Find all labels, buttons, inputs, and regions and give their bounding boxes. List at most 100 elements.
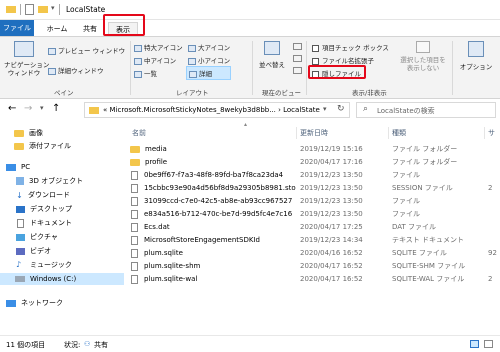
address-path[interactable]: « Microsoft.MicrosoftStickyNotes_8wekyb3… (103, 106, 320, 114)
l-icons-option[interactable]: 大アイコン (188, 42, 230, 52)
properties-icon[interactable] (25, 4, 34, 15)
xl-icons-option[interactable]: 特大アイコン (134, 42, 183, 52)
l-icons-label: 大アイコン (198, 44, 231, 52)
details-view-icon[interactable] (470, 340, 479, 348)
file-date: 2020/04/17 17:25 (300, 223, 363, 231)
search-box[interactable]: ⌕ LocalStateの検索 (356, 102, 496, 118)
hide-selected-button[interactable]: 選択した項目を 表示しない (395, 41, 451, 81)
add-column-icon[interactable] (293, 55, 302, 62)
new-folder-icon[interactable] (38, 6, 48, 13)
nav-item-downloads[interactable]: ↓ ダウンロード (0, 189, 124, 201)
file-type: DAT ファイル (392, 223, 437, 231)
file-row[interactable]: e834a516-b712-470c-be7d-99d5fc4e7c16 2019… (124, 208, 500, 220)
options-label: オプション (459, 63, 493, 71)
hide-selected-label: 選択した項目を 表示しない (400, 56, 446, 72)
navigation-pane-button[interactable]: ナビゲーション ウィンドウ (4, 41, 49, 85)
nav-item-label: ネットワーク (21, 299, 63, 307)
column-divider (388, 127, 389, 139)
tab-file[interactable]: ファイル (0, 20, 34, 36)
large-icons-view-icon[interactable] (484, 340, 493, 348)
file-row[interactable]: media 2019/12/19 15:16 ファイル フォルダー (124, 143, 500, 155)
details-pane-button[interactable]: 詳細ウィンドウ (48, 65, 104, 75)
xl-icons-icon (134, 44, 142, 52)
checkbox[interactable] (312, 44, 319, 52)
checkbox[interactable] (312, 57, 319, 65)
file-type: ファイル (392, 171, 420, 179)
sort-button[interactable]: 並べ替え (256, 41, 288, 85)
chevron-down-icon[interactable]: ▾ (51, 4, 55, 12)
quick-access-divider (59, 4, 60, 15)
file-ext-toggle[interactable]: ファイル名拡張子 (312, 55, 374, 65)
file-row[interactable]: 0be9ff67-f7a3-48f8-89fd-ba7f8ca23da4 2019… (124, 169, 500, 181)
tab-share[interactable]: 共有 (78, 22, 102, 36)
up-arrow-icon[interactable]: ↑ (52, 103, 60, 114)
nav-item-images[interactable]: 画像 (0, 127, 124, 139)
forward-arrow-icon[interactable]: → (24, 103, 32, 114)
status-bar: 11 個の項目 状況: ⚇ 共有 (0, 335, 500, 352)
file-type: ファイル (392, 197, 420, 205)
preview-pane-label: プレビュー ウィンドウ (58, 47, 126, 55)
group-by-icon[interactable] (293, 43, 302, 50)
column-divider (484, 127, 485, 139)
nav-item-desktop[interactable]: デスクトップ (0, 203, 124, 215)
file-row[interactable]: plum.sqlite-wal 2020/04/17 16:52 SQLITE-WA… (124, 273, 500, 285)
nav-item-windows-c[interactable]: Windows (C:) (0, 273, 124, 285)
m-icons-option[interactable]: 中アイコン (134, 55, 176, 65)
file-row[interactable]: plum.sqlite 2020/04/16 16:52 SQLITE ファイル 92 (124, 247, 500, 259)
nav-item-pictures[interactable]: ピクチャ (0, 231, 124, 243)
preview-pane-button[interactable]: プレビュー ウィンドウ (48, 45, 125, 55)
address-dropdown-icon[interactable]: ▾ (323, 105, 327, 113)
file-row[interactable]: Ecs.dat 2020/04/17 17:25 DAT ファイル (124, 221, 500, 233)
s-icons-option[interactable]: 小アイコン (188, 55, 230, 65)
file-row[interactable]: 31099ccd-c7e0-42c5-ab8e-ab93cc967527 2019… (124, 195, 500, 207)
file-date: 2019/12/23 13:50 (300, 210, 363, 218)
refresh-icon[interactable]: ↻ (337, 104, 345, 114)
list-option[interactable]: 一覧 (134, 68, 157, 78)
file-row[interactable]: MicrosoftStoreEngagementSDKId 2019/12/23 … (124, 234, 500, 246)
ribbon-tabs: ファイル ホーム 共有 表示 (0, 20, 500, 36)
m-icons-label: 中アイコン (144, 57, 177, 65)
document-icon (17, 218, 24, 228)
file-row[interactable]: plum.sqlite-shm 2020/04/17 16:52 SQLITE-SH… (124, 260, 500, 272)
folder-icon (6, 6, 16, 13)
file-name-cell: 31099ccd-c7e0-42c5-ab8e-ab93cc967527 (130, 195, 296, 207)
file-row[interactable]: 15cbbc93e90a4d56bf8d9a29305b8981.sto... 2… (124, 182, 500, 194)
size-columns-icon[interactable] (293, 67, 302, 74)
nav-item-attachments[interactable]: 添付ファイル (0, 140, 124, 152)
search-placeholder: LocalStateの検索 (377, 107, 435, 115)
details-label: 詳細 (199, 70, 212, 78)
music-icon: ♪ (16, 260, 22, 269)
file-name-cell: 15cbbc93e90a4d56bf8d9a29305b8981.sto... (130, 182, 296, 194)
recent-locations-icon[interactable]: ▾ (40, 104, 44, 112)
ribbon-separator (252, 41, 253, 95)
nav-item-documents[interactable]: ドキュメント (0, 217, 124, 229)
nav-item-pc[interactable]: PC (0, 161, 124, 173)
nav-item-label: デスクトップ (30, 205, 72, 213)
nav-item-videos[interactable]: ビデオ (0, 245, 124, 257)
folder-icon (130, 145, 140, 153)
details-pane-icon (48, 67, 56, 75)
file-name-cell: plum.sqlite (130, 247, 296, 259)
file-icon (131, 261, 138, 271)
details-option[interactable]: 詳細 (186, 66, 231, 80)
state-label: 状況: (64, 341, 81, 349)
nav-item-3d-objects[interactable]: 3D オブジェクト (0, 175, 124, 187)
back-arrow-icon[interactable]: ← (8, 103, 16, 114)
file-name: profile (145, 158, 168, 166)
file-size: 2 (488, 275, 493, 283)
nav-item-music[interactable]: ♪ ミュージック (0, 259, 124, 271)
column-header-name[interactable]: 名前 (132, 127, 146, 139)
column-header-type[interactable]: 種類 (392, 127, 406, 139)
options-button[interactable]: オプション (456, 41, 496, 85)
address-bar[interactable]: « Microsoft.MicrosoftStickyNotes_8wekyb3… (84, 102, 350, 118)
file-row[interactable]: profile 2020/04/17 17:16 ファイル フォルダー (124, 156, 500, 168)
column-header-date[interactable]: 更新日時 (300, 127, 328, 139)
file-date: 2020/04/17 16:52 (300, 262, 363, 270)
l-icons-icon (188, 44, 196, 52)
column-header-size[interactable]: サ (488, 127, 495, 139)
tab-home[interactable]: ホーム (42, 22, 72, 36)
file-date: 2020/04/17 16:52 (300, 275, 363, 283)
item-checkbox-toggle[interactable]: 項目チェック ボックス (312, 42, 389, 52)
file-type: ファイル フォルダー (392, 158, 458, 166)
nav-item-network[interactable]: ネットワーク (0, 297, 124, 309)
